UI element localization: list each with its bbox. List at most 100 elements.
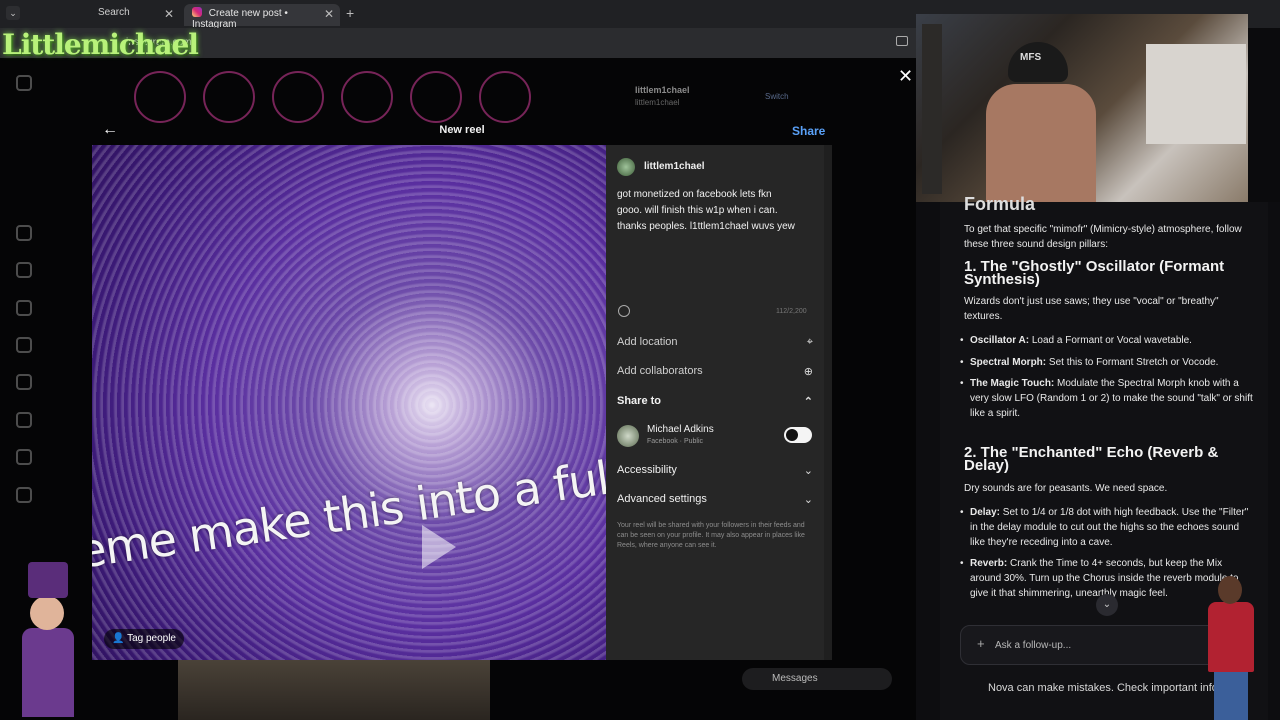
guitar bbox=[922, 24, 942, 194]
close-tab-icon[interactable]: ✕ bbox=[324, 7, 334, 21]
new-tab-button[interactable]: + bbox=[346, 5, 354, 21]
modal-header: New reel bbox=[92, 118, 832, 145]
followup-input[interactable]: + Ask a follow-up... bbox=[960, 625, 1220, 665]
back-arrow-icon[interactable]: ← bbox=[102, 121, 118, 139]
chevron-down-icon: ⌄ bbox=[803, 465, 813, 477]
caption-input[interactable]: got monetized on facebook lets fkn gooo.… bbox=[617, 187, 817, 235]
webcam-feed: MFS bbox=[916, 14, 1248, 202]
character-counter: 112/2,200 bbox=[776, 308, 807, 315]
person-icon: 👤 bbox=[112, 633, 128, 644]
singer-figure-overlay bbox=[1204, 572, 1264, 720]
tab-search[interactable]: Search ✕ bbox=[28, 4, 180, 26]
search-icon[interactable] bbox=[16, 337, 32, 353]
share-button[interactable]: Share bbox=[792, 124, 825, 138]
add-person-icon: ⊕ bbox=[803, 366, 813, 378]
instagram-logo-icon[interactable] bbox=[16, 75, 32, 91]
nova-scrollbar[interactable] bbox=[1268, 202, 1280, 720]
switch-link[interactable]: Switch bbox=[765, 92, 789, 101]
camera-preview-strip bbox=[178, 660, 490, 720]
figure-body bbox=[22, 628, 74, 717]
caption-line: thanks peoples. l1ttlem1chael wuvs yew bbox=[617, 221, 795, 232]
list-item: Spectral Morph: Set this to Formant Stre… bbox=[960, 355, 1254, 370]
tag-people-button[interactable]: 👤 Tag people bbox=[104, 629, 184, 649]
reel-details-panel: littlem1chael got monetized on facebook … bbox=[606, 145, 832, 660]
tab-instagram[interactable]: Create new post • Instagram ✕ bbox=[184, 4, 340, 30]
nova-cut-heading: Formula bbox=[964, 194, 1036, 214]
figure-face bbox=[30, 596, 64, 630]
tag-people-label: Tag people bbox=[127, 633, 176, 644]
close-modal-icon[interactable]: ✕ bbox=[898, 66, 913, 87]
emoji-icon[interactable] bbox=[618, 305, 630, 317]
accessibility-row[interactable]: Accessibility ⌄ bbox=[617, 464, 813, 477]
share-to-row[interactable]: Share to ⌃ bbox=[617, 395, 813, 408]
reels-icon[interactable] bbox=[16, 262, 32, 278]
add-collaborators-row[interactable]: Add collaborators ⊕ bbox=[617, 365, 813, 378]
figure-jacket bbox=[1208, 602, 1254, 672]
close-tab-icon[interactable]: ✕ bbox=[164, 7, 174, 21]
advanced-settings-row[interactable]: Advanced settings ⌄ bbox=[617, 493, 813, 506]
toggle-knob bbox=[786, 429, 798, 441]
chevron-down-icon: ⌄ bbox=[803, 494, 813, 506]
facebook-account-sub: Facebook · Public bbox=[647, 438, 704, 445]
home-icon[interactable] bbox=[16, 225, 32, 241]
tab-search-menu-icon[interactable]: ⌄ bbox=[6, 6, 20, 20]
video-background bbox=[92, 145, 606, 660]
share-to-facebook-toggle[interactable] bbox=[784, 427, 812, 443]
nova-disclaimer: Nova can make mistakes. Check important … bbox=[988, 682, 1221, 694]
cast-icon[interactable] bbox=[896, 36, 908, 46]
nova-intro: To get that specific "mimofr" (Mimicry-s… bbox=[964, 224, 1242, 250]
nova-heading-2: 2. The "Enchanted" Echo (Reverb & Delay) bbox=[964, 444, 1219, 474]
nova-paragraph-1: Wizards don't just use saws; they use "v… bbox=[964, 296, 1219, 322]
messages-button[interactable]: Messages bbox=[742, 668, 892, 690]
shelf bbox=[1146, 44, 1246, 144]
heart-icon[interactable] bbox=[16, 374, 32, 390]
scroll-down-button[interactable]: ⌄ bbox=[1096, 594, 1118, 616]
tab-search-label: Search bbox=[98, 7, 130, 18]
story-avatar[interactable] bbox=[479, 71, 531, 123]
add-location-label: Add location bbox=[617, 336, 678, 348]
facebook-account-avatar bbox=[617, 425, 639, 447]
panel-scrollbar[interactable] bbox=[824, 145, 832, 660]
list-item: Oscillator A: Load a Formant or Vocal wa… bbox=[960, 333, 1254, 348]
play-icon[interactable] bbox=[422, 525, 456, 569]
add-collaborators-label: Add collaborators bbox=[617, 365, 703, 377]
panel-username: littlem1chael bbox=[644, 161, 705, 172]
current-user-name: littlem1chael bbox=[635, 85, 690, 95]
messages-label: Messages bbox=[772, 673, 818, 684]
figure-pants bbox=[1214, 670, 1248, 720]
share-disclaimer: Your reel will be shared with your follo… bbox=[617, 522, 805, 549]
add-location-row[interactable]: Add location ⌖ bbox=[617, 336, 813, 348]
insights-icon[interactable] bbox=[16, 449, 32, 465]
facebook-account-name: Michael Adkins bbox=[647, 424, 714, 435]
reel-video-preview[interactable]: eme make this into a full s bbox=[92, 145, 606, 660]
nova-paragraph-2: Dry sounds are for peasants. We need spa… bbox=[964, 483, 1168, 494]
story-avatar[interactable] bbox=[272, 71, 324, 123]
current-user-sub: littlem1chael bbox=[635, 98, 680, 107]
story-avatar[interactable] bbox=[203, 71, 255, 123]
followup-placeholder: Ask a follow-up... bbox=[995, 640, 1072, 651]
figure-hat bbox=[28, 562, 68, 598]
story-avatar[interactable] bbox=[134, 71, 186, 123]
modal-title: New reel bbox=[439, 124, 485, 136]
caption-line: got monetized on facebook lets fkn bbox=[617, 189, 772, 200]
share-to-label: Share to bbox=[617, 395, 662, 407]
streamer-body bbox=[986, 84, 1096, 202]
streamer-logo: Littlemichael bbox=[2, 28, 199, 61]
figure-face bbox=[1218, 576, 1242, 604]
send-icon[interactable] bbox=[16, 300, 32, 316]
profile-icon[interactable] bbox=[16, 487, 32, 503]
plus-icon[interactable]: + bbox=[977, 636, 985, 651]
nova-heading-1: 1. The "Ghostly" Oscillator (Formant Syn… bbox=[964, 258, 1225, 288]
instagram-favicon-icon bbox=[192, 7, 202, 17]
location-pin-icon: ⌖ bbox=[806, 336, 813, 348]
tab-instagram-label: Create new post • Instagram bbox=[192, 8, 288, 30]
wonka-figure-overlay bbox=[18, 562, 88, 717]
accessibility-label: Accessibility bbox=[617, 464, 677, 476]
streamer-hat: MFS bbox=[1008, 42, 1068, 82]
story-avatar[interactable] bbox=[341, 71, 393, 123]
list-item: The Magic Touch: Modulate the Spectral M… bbox=[960, 376, 1254, 421]
hat-text: MFS bbox=[1020, 52, 1042, 63]
avatar bbox=[617, 158, 635, 176]
create-icon[interactable] bbox=[16, 412, 32, 428]
story-avatar[interactable] bbox=[410, 71, 462, 123]
